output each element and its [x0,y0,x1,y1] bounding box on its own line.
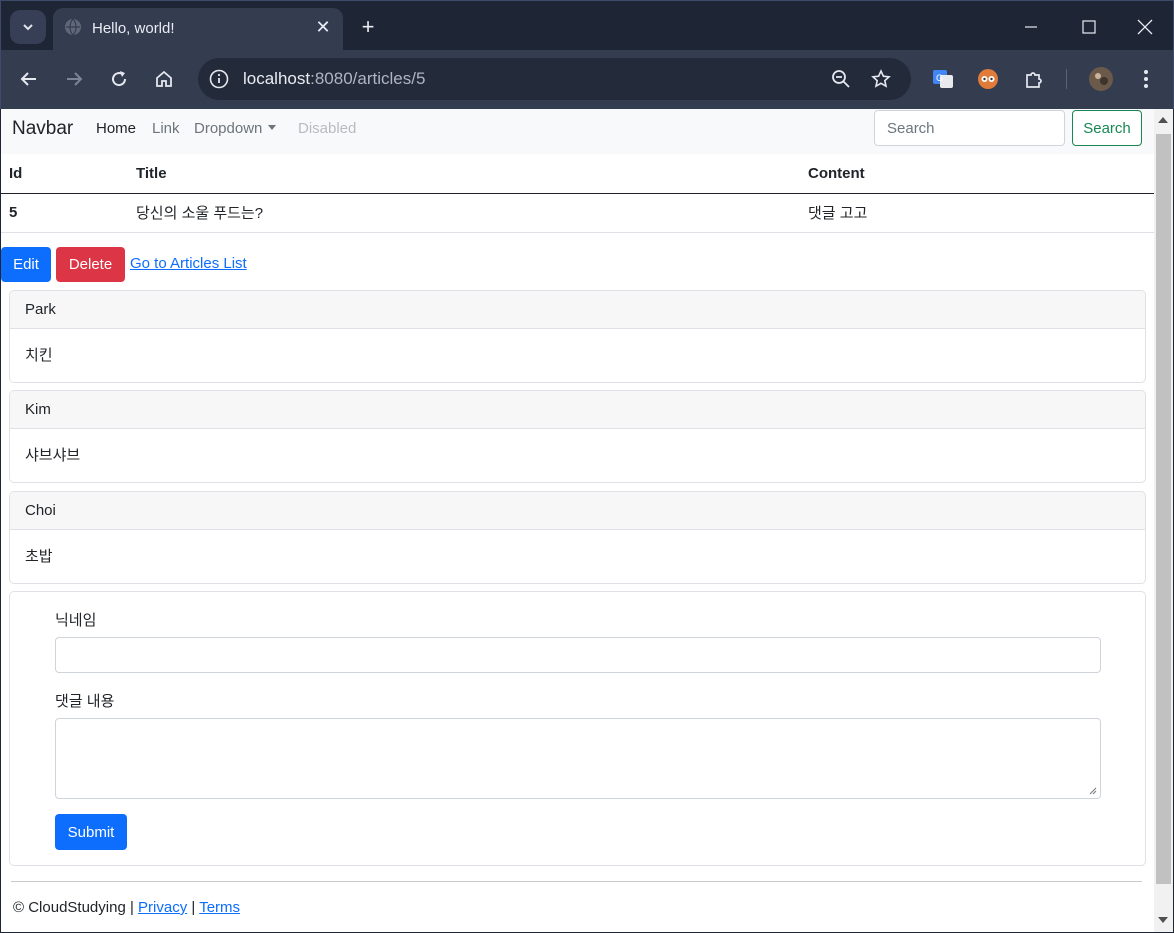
url-text: localhost:8080/articles/5 [243,69,426,88]
zoom-icon[interactable] [830,68,852,90]
extensions-puzzle-icon[interactable] [1021,66,1047,92]
cell-id: 5 [1,193,128,233]
navbar-search-button[interactable]: Search [1072,110,1142,146]
comment-body: 초밥 [25,548,53,565]
terms-link[interactable]: Terms [199,899,240,916]
navbar: Navbar Home Link Dropdown Disabled Searc… [1,109,1154,154]
comment-nickname: Park [10,291,1145,329]
comment-card: Park 치킨 [9,290,1146,383]
navbar-search-input[interactable] [874,110,1065,146]
reload-icon[interactable] [104,64,134,94]
footer-separator: | [191,899,196,916]
cell-content: 댓글 고고 [800,193,1154,233]
articles-list-link[interactable]: Go to Articles List [130,255,247,272]
address-bar[interactable]: localhost:8080/articles/5 [198,58,911,100]
nav-dropdown-label: Dropdown [194,120,263,137]
close-window-icon[interactable] [1125,9,1165,45]
comment-card: Kim 샤브샤브 [9,390,1146,483]
resize-handle-icon[interactable] [1089,787,1097,795]
table-row: 5 당신의 소울 푸드는? 댓글 고고 [1,193,1154,233]
browser-tab[interactable]: Hello, world! ✕ [53,8,343,51]
bookmark-star-icon[interactable] [870,68,892,90]
comment-body-textarea[interactable] [55,718,1101,799]
page-scrollbar[interactable] [1154,109,1173,932]
svg-text:G: G [936,73,943,83]
submit-button[interactable]: Submit [55,814,127,850]
nickname-input[interactable] [55,637,1101,673]
comment-nickname: Choi [10,492,1145,530]
footer: © CloudStudying | Privacy | Terms [13,899,240,916]
browser-menu-icon[interactable] [1133,66,1159,92]
comment-body: 치킨 [25,347,53,364]
delete-button[interactable]: Delete [56,247,125,282]
article-table: Id Title Content 5 당신의 소울 푸드는? 댓글 고고 [1,155,1154,233]
close-tab-icon[interactable]: ✕ [312,16,334,38]
browser-tab-bar: Hello, world! ✕ + [0,0,1174,51]
forward-icon[interactable] [59,64,89,94]
caret-down-icon [268,125,277,130]
nav-dropdown[interactable]: Dropdown [194,120,277,137]
chevron-down-icon [23,24,33,31]
scrollbar-thumb[interactable] [1156,134,1171,884]
footer-divider [11,881,1142,882]
toolbar-separator [1066,69,1067,89]
nickname-label: 닉네임 [55,612,97,629]
site-info-icon[interactable] [208,68,230,90]
table-header-row: Id Title Content [1,155,1154,194]
minimize-icon[interactable] [1011,9,1051,45]
navbar-brand[interactable]: Navbar [12,118,73,140]
page-viewport: Navbar Home Link Dropdown Disabled Searc… [1,109,1154,932]
tab-search-button[interactable] [10,10,46,44]
comment-form: 닉네임 댓글 내용 Submit [9,591,1146,866]
scroll-up-arrow-icon[interactable] [1158,117,1168,123]
comment-card: Choi 초밥 [9,491,1146,584]
nav-link-home[interactable]: Home [96,120,136,137]
tab-title: Hello, world! [92,20,175,37]
globe-icon [65,18,81,36]
maximize-icon[interactable] [1069,9,1109,45]
extension-avatar-icon[interactable] [975,66,1001,92]
comment-nickname: Kim [10,391,1145,429]
back-icon[interactable] [14,64,44,94]
edit-button[interactable]: Edit [1,247,51,282]
footer-copyright: © CloudStudying | [13,899,134,916]
comment-body-label: 댓글 내용 [55,693,115,710]
nav-link-disabled: Disabled [298,120,357,137]
translate-extension-icon[interactable]: G [930,66,956,92]
profile-avatar[interactable] [1088,66,1114,92]
column-header-title: Title [128,155,800,194]
column-header-id: Id [1,155,128,194]
privacy-link[interactable]: Privacy [138,899,187,916]
home-icon[interactable] [149,64,179,94]
scroll-down-arrow-icon[interactable] [1158,917,1168,923]
column-header-content: Content [800,155,1154,194]
nav-link-link[interactable]: Link [152,120,180,137]
new-tab-icon[interactable]: + [354,13,382,41]
comment-body: 샤브샤브 [25,447,81,464]
cell-title: 당신의 소울 푸드는? [128,193,800,233]
